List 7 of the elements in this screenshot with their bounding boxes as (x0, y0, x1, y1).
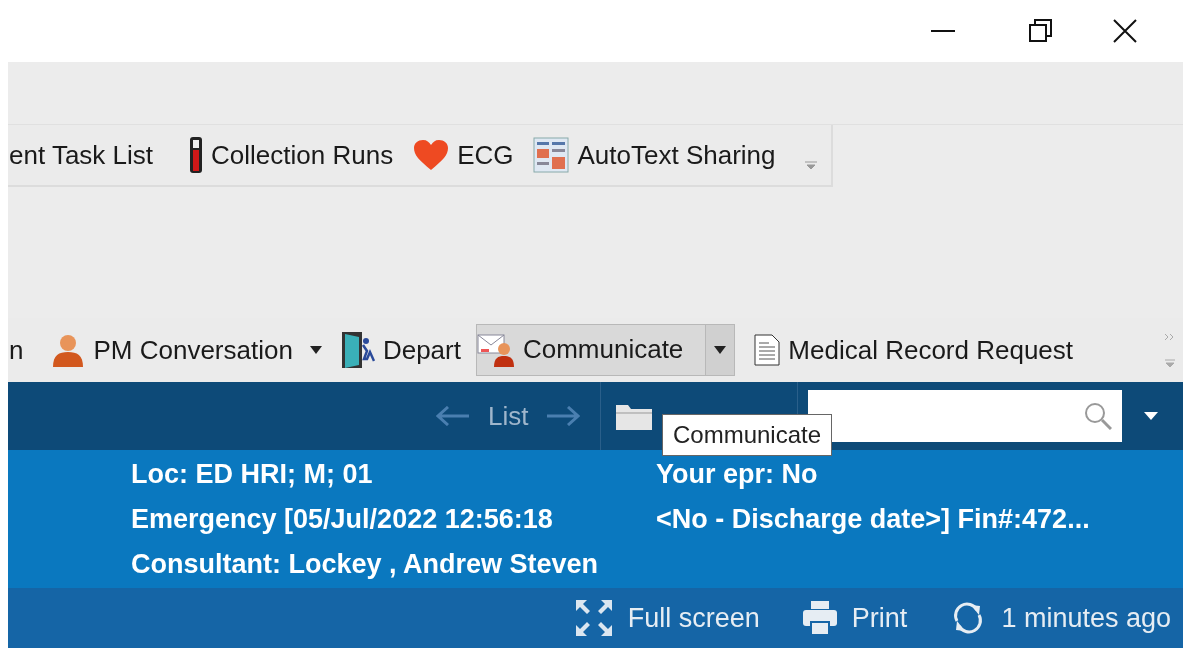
banner-text: Your epr: No (656, 458, 819, 491)
tooltip: Communicate (662, 414, 833, 456)
banner-text: Emergency [05/Jul/2022 12:56:18 (131, 503, 554, 536)
banner-text: Consultant: Lockey , Andrew Steven (131, 548, 600, 581)
list-label: List (488, 400, 529, 432)
banner-text: <No - Discharge date>] Fin#:472... (656, 503, 1091, 536)
banner-text: Loc: ED HRI; M; 01 (131, 458, 374, 491)
